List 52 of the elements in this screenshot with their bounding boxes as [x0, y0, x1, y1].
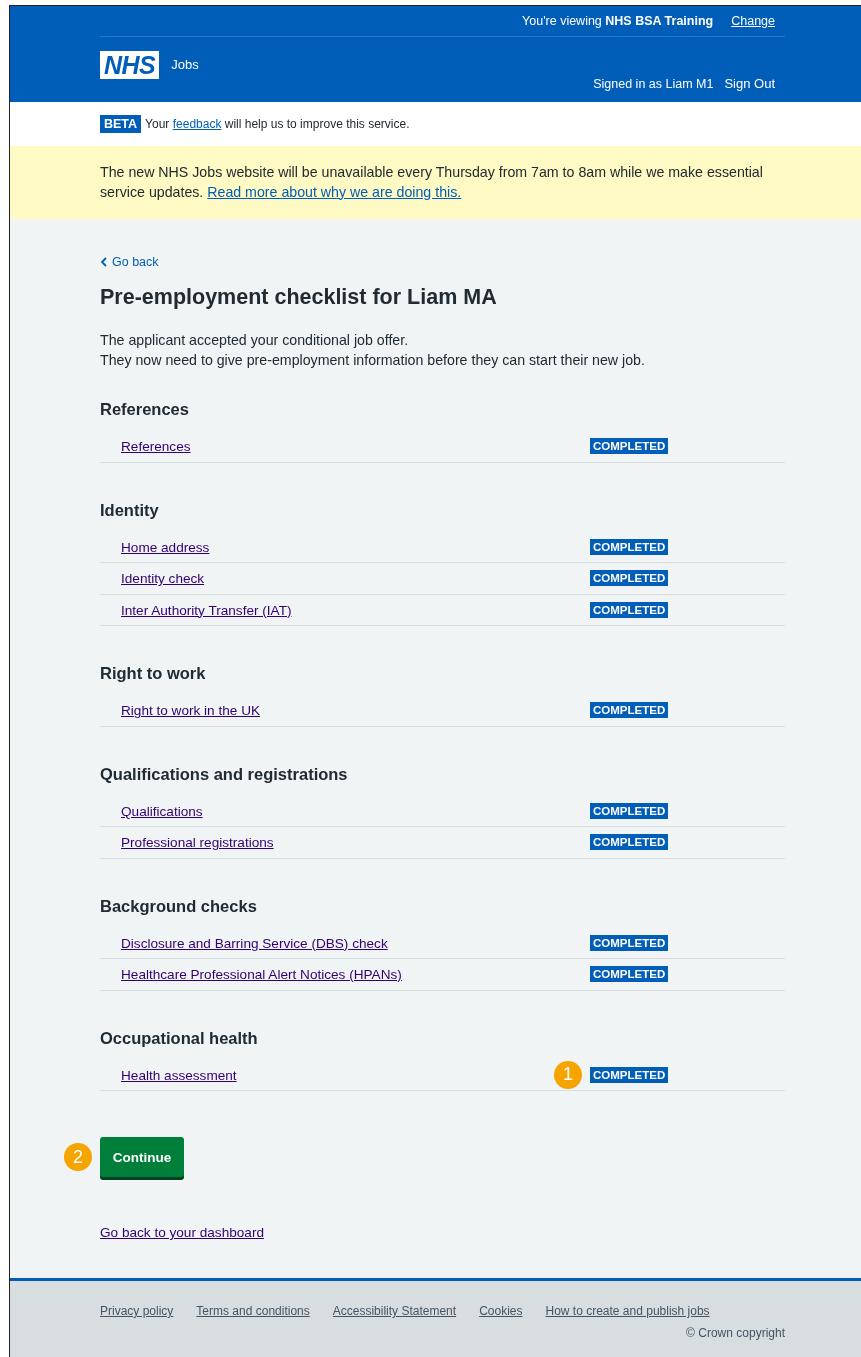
section-heading: Identity	[100, 500, 160, 520]
section-heading: Occupational health	[100, 1028, 259, 1048]
continue-button[interactable]: Continue	[100, 1137, 184, 1177]
intro-text: They now need to give pre-employment information before they can start their new job.	[100, 351, 646, 370]
status-tag: COMPLETED	[590, 834, 669, 851]
section-heading: Right to work	[100, 664, 207, 683]
task-link[interactable]: Qualifications	[121, 803, 203, 819]
footer-link[interactable]: How to create and publish jobs	[545, 1304, 710, 1318]
back-link[interactable]: Go back	[100, 255, 159, 269]
change-link[interactable]: Change	[731, 14, 775, 28]
notice-text: The new NHS Jobs website will be unavailable every Thursday from 7am to 8am while we make essential service updates. Read more about why we are doing this.	[100, 163, 764, 202]
intro-text: The applicant accepted your conditional job offer.	[100, 331, 410, 350]
copyright-text: © Crown copyright	[685, 1326, 785, 1340]
status-tag: COMPLETED	[590, 570, 669, 587]
footer-link[interactable]: Privacy policy	[100, 1304, 174, 1318]
status-tag: COMPLETED	[590, 1066, 669, 1083]
dashboard-link[interactable]: Go back to your dashboard	[100, 1225, 785, 1240]
read-more-link[interactable]: Read more about why we are doing this.	[207, 183, 462, 200]
task-link[interactable]: Health assessment	[121, 1067, 237, 1083]
task-link[interactable]: Identity check	[121, 571, 205, 587]
viewing-organisation-text: You're viewing NHS BSA Training	[522, 14, 714, 28]
step-number-badge: 2	[64, 1143, 92, 1171]
section-heading: Qualifications and registrations	[100, 764, 349, 784]
task-link[interactable]: Disclosure and Barring Service (DBS) check	[121, 935, 388, 951]
chevron-left-icon	[100, 257, 108, 267]
status-tag: COMPLETED	[590, 802, 669, 819]
status-tag: COMPLETED	[590, 438, 669, 455]
section-heading: Background checks	[100, 896, 258, 916]
status-tag: COMPLETED	[590, 538, 669, 555]
footer-link[interactable]: Accessibility Statement	[332, 1304, 457, 1318]
status-tag: COMPLETED	[590, 966, 669, 983]
step-number-badge: 1	[554, 1060, 582, 1089]
page-title: Pre-employment checklist for Liam MA	[100, 285, 498, 310]
status-tag: COMPLETED	[590, 934, 669, 951]
feedback-link[interactable]: feedback	[172, 117, 222, 131]
service-name: Jobs	[171, 57, 199, 72]
beta-tag: BETA	[100, 115, 142, 133]
footer-link[interactable]: Terms and conditions	[196, 1304, 310, 1318]
status-tag: COMPLETED	[590, 702, 669, 719]
feedback-text: Your feedback will help us to improve this service.	[145, 117, 410, 131]
task-link[interactable]: Healthcare Professional Alert Notices (HPANs)	[121, 967, 402, 983]
status-tag: COMPLETED	[590, 601, 669, 618]
footer-link[interactable]: Cookies	[479, 1304, 523, 1318]
section-heading: References	[100, 400, 190, 419]
signed-in-text: Signed in as Liam M1	[593, 77, 714, 91]
task-link[interactable]: References	[121, 439, 191, 455]
sign-out-link[interactable]: Sign Out	[724, 76, 775, 91]
task-link[interactable]: Home address	[121, 539, 210, 555]
task-link[interactable]: Right to work in the UK	[121, 703, 261, 719]
nhs-logo: NHS	[100, 51, 160, 79]
task-link[interactable]: Inter Authority Transfer (IAT)	[121, 602, 292, 618]
task-link[interactable]: Professional registrations	[121, 835, 274, 851]
